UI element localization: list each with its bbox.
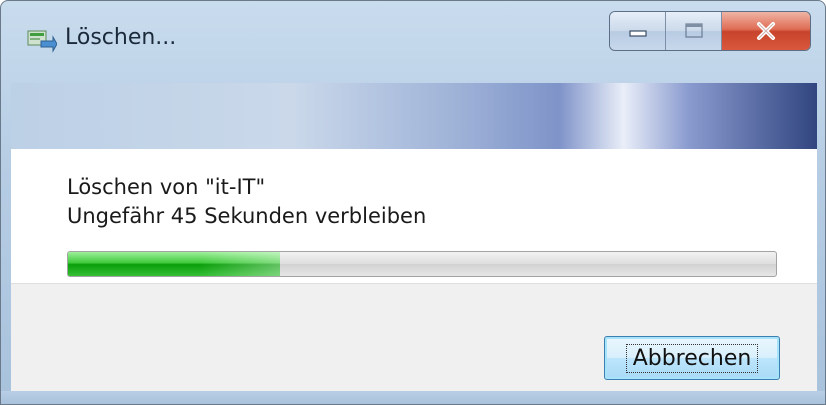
close-button[interactable] — [722, 12, 810, 50]
close-icon — [757, 22, 775, 40]
delete-progress-icon — [27, 30, 57, 53]
status-text: Löschen von "it-IT" — [67, 175, 266, 199]
delete-progress-dialog: Löschen... Löschen von "it-IT" Ungefähr … — [0, 0, 826, 405]
button-footer: Abbrechen — [11, 283, 817, 394]
header-banner — [11, 83, 817, 149]
progress-bar — [67, 251, 777, 277]
maximize-icon — [684, 23, 703, 38]
window-title: Löschen... — [65, 25, 177, 50]
time-remaining-text: Ungefähr 45 Sekunden verbleiben — [67, 204, 427, 228]
minimize-icon — [628, 30, 647, 37]
cancel-button-label: Abbrechen — [625, 343, 759, 373]
window-bottom-border — [1, 391, 825, 404]
cancel-button[interactable]: Abbrechen — [604, 336, 780, 380]
maximize-button[interactable] — [666, 12, 722, 50]
progress-content: Löschen von "it-IT" Ungefähr 45 Sekunden… — [11, 149, 817, 283]
title-bar[interactable]: Löschen... — [1, 1, 825, 83]
progress-bar-fill — [68, 252, 281, 276]
minimize-button[interactable] — [610, 12, 666, 50]
window-controls — [609, 11, 811, 51]
